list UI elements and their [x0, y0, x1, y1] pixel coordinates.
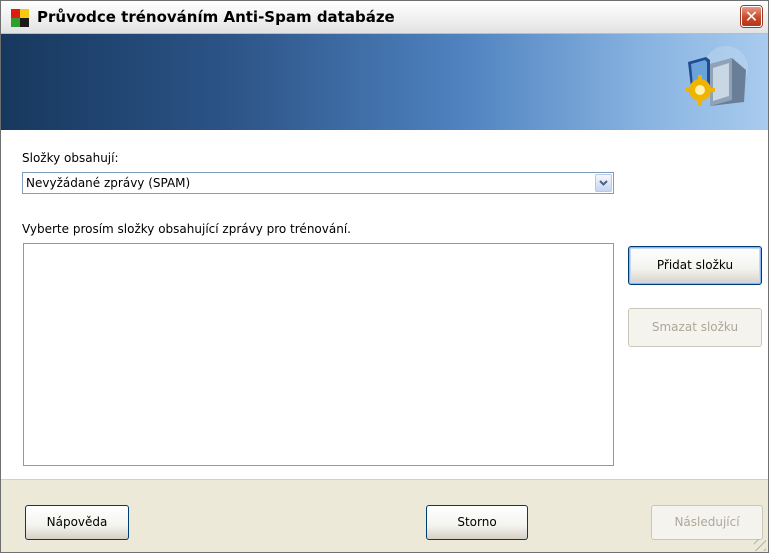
close-icon: ✕ — [744, 7, 759, 26]
next-button[interactable]: Následující — [651, 505, 763, 540]
wizard-window: Průvodce trénováním Anti-Spam databáze ✕… — [0, 0, 769, 553]
instructions-text: Vyberte prosím složky obsahující zprávy … — [22, 222, 351, 236]
antispam-shield-gear-icon — [685, 46, 748, 106]
resize-grip[interactable] — [754, 539, 766, 551]
folders-label: Složky obsahují: — [22, 151, 119, 165]
delete-folder-button[interactable]: Smazat složku — [628, 308, 762, 347]
folder-type-select[interactable]: Nevyžádané zprávy (SPAM) — [22, 172, 614, 194]
add-folder-button[interactable]: Přidat složku — [628, 246, 762, 285]
folder-list[interactable] — [23, 243, 614, 466]
folder-type-value: Nevyžádané zprávy (SPAM) — [26, 176, 191, 190]
footer-bar: Nápověda Storno Následující — [1, 479, 768, 552]
chevron-down-icon[interactable] — [595, 174, 612, 192]
header-banner — [1, 34, 768, 130]
help-button[interactable]: Nápověda — [25, 505, 129, 540]
app-logo-icon — [11, 9, 29, 27]
window-title: Průvodce trénováním Anti-Spam databáze — [37, 8, 395, 26]
close-button[interactable]: ✕ — [741, 6, 762, 27]
title-bar[interactable]: Průvodce trénováním Anti-Spam databáze ✕ — [1, 1, 768, 34]
cancel-button[interactable]: Storno — [426, 505, 528, 540]
